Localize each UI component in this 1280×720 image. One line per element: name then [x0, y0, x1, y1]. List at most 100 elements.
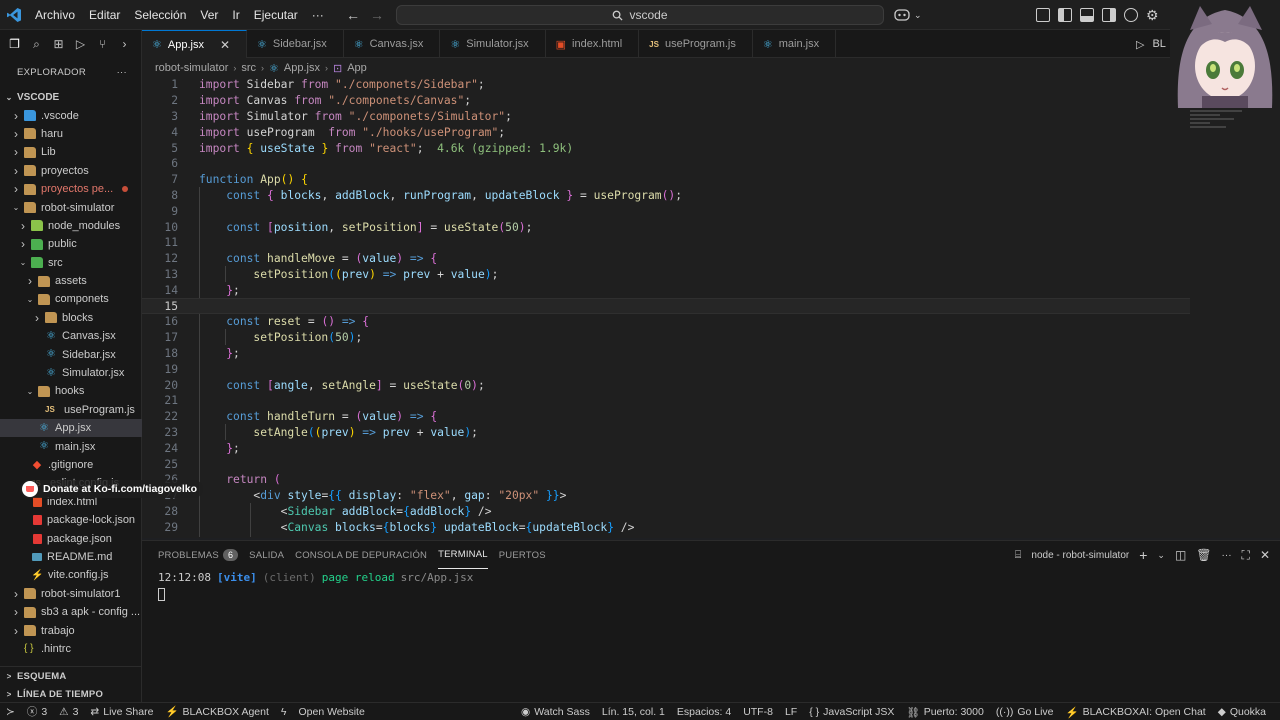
panel-tab-problemas[interactable]: PROBLEMAS 6 — [158, 541, 249, 569]
status-utf-8[interactable]: UTF-8 — [737, 703, 779, 720]
terminal-name[interactable]: node - robot-simulator — [1031, 550, 1129, 561]
tab-app-jsx[interactable]: ⚛ App.jsx ✕ — [142, 30, 248, 58]
panel-tab-salida[interactable]: SALIDA — [249, 541, 295, 569]
tab-index-html[interactable]: ▣ index.html — [546, 30, 640, 58]
tree-item[interactable]: › public — [0, 235, 142, 253]
chevron-down-icon[interactable]: ⌄ — [1157, 550, 1165, 561]
status-live-share[interactable]: ⇄ Live Share — [84, 703, 159, 720]
status-eye[interactable]: ◉ Watch Sass — [515, 703, 596, 720]
timeline-section[interactable]: > LÍNEA DE TIEMPO — [0, 685, 142, 703]
tree-item[interactable]: ⌄ hooks — [0, 382, 142, 400]
tree-item[interactable]: ⚛ Sidebar.jsx — [0, 345, 142, 363]
close-icon[interactable]: ✕ — [1260, 548, 1270, 562]
copilot-button[interactable]: ⌄ — [894, 5, 934, 25]
tree-item[interactable]: ⌄ VSCODE — [0, 88, 142, 106]
tree-item[interactable]: ◆ .gitignore — [0, 456, 142, 474]
toggle-panel-icon[interactable] — [1080, 8, 1094, 22]
tree-item[interactable]: ⚛ Simulator.jsx — [0, 364, 142, 382]
run-debug-icon[interactable]: ▷ — [74, 37, 87, 51]
tree-item[interactable]: { } .hintrc — [0, 640, 142, 658]
toggle-secondary-sidebar-icon[interactable] — [1102, 8, 1116, 22]
tree-item[interactable]: README.md — [0, 548, 142, 566]
tree-item[interactable]: › assets — [0, 272, 142, 290]
outline-section[interactable]: > ESQUEMA — [0, 667, 142, 685]
menu-item[interactable]: Selección — [127, 0, 193, 30]
status-open-website[interactable]: Open Website — [292, 703, 370, 720]
status-l-n-15-col-1[interactable]: Lín. 15, col. 1 — [596, 703, 671, 720]
tree-item[interactable]: ⚛ Canvas.jsx — [0, 327, 142, 345]
forward-arrow-icon[interactable]: → — [370, 7, 384, 23]
more-actions-icon[interactable]: ··· — [1222, 550, 1232, 561]
tab-canvas-jsx[interactable]: ⚛ Canvas.jsx — [344, 30, 441, 58]
more-actions-icon[interactable]: ··· — [117, 67, 127, 78]
breadcrumb-item[interactable]: src — [241, 62, 256, 74]
menu-item[interactable]: Editar — [82, 0, 127, 30]
search-icon[interactable]: ⌕ — [30, 37, 43, 51]
tree-item[interactable]: › node_modules — [0, 217, 142, 235]
status-quokka[interactable]: ◆ Quokka — [1212, 703, 1272, 720]
tree-item[interactable]: JS useProgram.js — [0, 401, 142, 419]
status-broadcast[interactable]: ((·)) Go Live — [990, 703, 1060, 720]
maximize-panel-icon[interactable]: ⛶ — [1242, 548, 1250, 563]
tree-item[interactable]: › robot-simulator1 — [0, 585, 142, 603]
menu-item[interactable]: Archivo — [28, 0, 82, 30]
status-blackbox[interactable]: ⚡ BLACKBOX Agent — [159, 703, 274, 720]
tree-item[interactable]: package.json — [0, 529, 142, 547]
tree-item[interactable]: › .vscode — [0, 106, 142, 124]
status-warnings[interactable]: ⚠ 3 — [53, 703, 84, 720]
menu-item[interactable]: Ir — [225, 0, 246, 30]
command-center-search[interactable]: vscode — [396, 5, 884, 25]
accounts-icon[interactable] — [1124, 8, 1138, 22]
source-control-icon[interactable]: ⑂ — [96, 37, 109, 51]
back-arrow-icon[interactable]: ← — [346, 7, 360, 23]
tree-item[interactable]: ⚡ vite.config.js — [0, 566, 142, 584]
tree-item[interactable]: › sb3 a apk - config ... — [0, 603, 142, 621]
breadcrumb-item[interactable]: robot-simulator — [155, 62, 228, 74]
trash-icon[interactable]: 🗑 — [1196, 548, 1211, 562]
breadcrumb-item[interactable]: App.jsx — [284, 62, 320, 74]
tab-main-jsx[interactable]: ⚛ main.jsx — [753, 30, 837, 58]
tab-sidebar-jsx[interactable]: ⚛ Sidebar.jsx — [247, 30, 344, 58]
tree-item[interactable]: ⌄ componets — [0, 290, 142, 308]
status-remote[interactable]: ≻ — [0, 703, 21, 720]
panel-tab-terminal[interactable]: TERMINAL — [438, 541, 488, 569]
status-errors[interactable]: ⓧ 3 — [21, 703, 53, 720]
new-terminal-icon[interactable]: + — [1139, 547, 1147, 563]
terminal-output[interactable]: 12:12:08 [vite] (client) page reload src… — [158, 571, 473, 601]
extensions-icon[interactable]: ⊞ — [52, 37, 65, 51]
status-blackbox[interactable]: ⚡ BLACKBOXAI: Open Chat — [1060, 703, 1212, 720]
files-icon[interactable]: ❐ — [8, 37, 21, 51]
tree-item[interactable]: ⌄ robot-simulator — [0, 198, 142, 216]
tree-item[interactable]: ⚛ main.jsx — [0, 437, 142, 455]
tree-item[interactable]: › blocks — [0, 309, 142, 327]
customize-layout-icon[interactable] — [1036, 8, 1050, 22]
tree-item[interactable]: › Lib — [0, 143, 142, 161]
close-icon[interactable]: ✕ — [220, 38, 230, 52]
tree-item[interactable]: ⚛ App.jsx — [0, 419, 142, 438]
tab-simulator-jsx[interactable]: ⚛ Simulator.jsx — [440, 30, 546, 58]
tree-item[interactable]: › haru — [0, 125, 142, 143]
tree-item[interactable]: › proyectos — [0, 162, 142, 180]
tree-item[interactable]: › trabajo — [0, 621, 142, 639]
status-espacios-4[interactable]: Espacios: 4 — [671, 703, 737, 720]
menu-item[interactable]: Ejecutar — [247, 0, 305, 30]
code-editor[interactable]: 1 import Sidebar from "./componets/Sideba… — [142, 76, 1280, 538]
status-lf[interactable]: LF — [779, 703, 803, 720]
panel-tab-consola[interactable]: CONSOLA DE DEPURACIÓN — [295, 541, 438, 569]
split-terminal-icon[interactable]: ◫ — [1175, 548, 1186, 562]
toggle-primary-sidebar-icon[interactable] — [1058, 8, 1072, 22]
more-views-icon[interactable]: › — [118, 37, 131, 51]
menu-item[interactable]: Ver — [193, 0, 225, 30]
menu-item[interactable]: ··· — [305, 0, 331, 30]
minimap[interactable] — [1190, 106, 1250, 136]
run-label[interactable]: BL — [1152, 38, 1165, 50]
gear-icon[interactable]: ⚙ — [1146, 7, 1159, 24]
breadcrumb-item[interactable]: App — [347, 62, 367, 74]
tree-item[interactable]: package-lock.json — [0, 511, 142, 529]
tree-item[interactable]: ⌄ src — [0, 254, 142, 272]
panel-tab-puertos[interactable]: PUERTOS — [499, 541, 557, 569]
status-bolt[interactable]: ϟ — [275, 703, 293, 720]
status-braces[interactable]: { } JavaScript JSX — [803, 703, 900, 720]
run-icon[interactable]: ▷ — [1136, 38, 1144, 51]
tree-item[interactable]: › proyectos pe... — [0, 180, 142, 198]
